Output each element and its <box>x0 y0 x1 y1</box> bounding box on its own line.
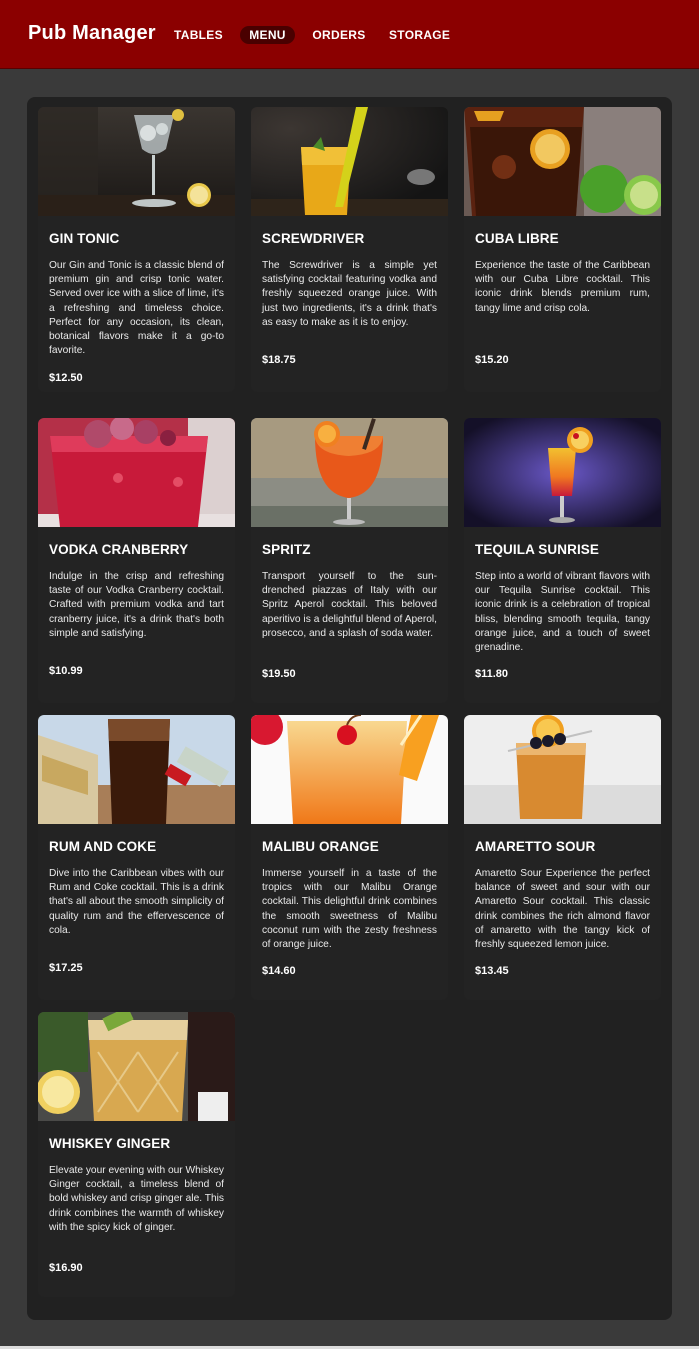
whiskey-ginger-photo <box>38 1012 235 1121</box>
top-navigation-bar: Pub Manager TABLES MENU ORDERS STORAGE <box>0 0 699 69</box>
menu-item-description: Elevate your evening with our Whiskey Gi… <box>49 1165 224 1233</box>
menu-item-name: GIN TONIC <box>49 231 120 246</box>
nav-tab-orders[interactable]: ORDERS <box>312 26 366 44</box>
vodka-cranberry-photo <box>38 418 235 527</box>
nav-tab-menu[interactable]: MENU <box>240 26 295 44</box>
gin-tonic-photo <box>38 107 235 216</box>
nav-tab-tables[interactable]: TABLES <box>174 26 223 44</box>
cuba-libre-photo <box>464 107 661 216</box>
menu-item-name: SPRITZ <box>262 542 311 557</box>
menu-item-name: WHISKEY GINGER <box>49 1136 171 1151</box>
menu-item-price: $13.45 <box>475 965 509 977</box>
amaretto-sour-photo <box>464 715 661 824</box>
menu-card-gin-tonic[interactable]: GIN TONIC Our Gin and Tonic is a classic… <box>38 107 235 392</box>
menu-item-price: $16.90 <box>49 1262 83 1274</box>
menu-item-description: The Screwdriver is a simple yet satisfyi… <box>262 260 437 328</box>
menu-item-description: Indulge in the crisp and refreshing tast… <box>49 571 224 639</box>
menu-item-name: SCREWDRIVER <box>262 231 365 246</box>
spritz-photo <box>251 418 448 527</box>
menu-item-name: CUBA LIBRE <box>475 231 559 246</box>
menu-item-price: $12.50 <box>49 372 83 384</box>
menu-item-price: $17.25 <box>49 962 83 974</box>
malibu-orange-photo <box>251 715 448 824</box>
menu-card-cuba-libre[interactable]: CUBA LIBRE Experience the taste of the C… <box>464 107 661 392</box>
menu-card-screwdriver[interactable]: SCREWDRIVER The Screwdriver is a simple … <box>251 107 448 392</box>
menu-item-name: VODKA CRANBERRY <box>49 542 189 557</box>
menu-item-price: $10.99 <box>49 665 83 677</box>
menu-item-description: Dive into the Caribbean vibes with our R… <box>49 868 224 936</box>
menu-card-vodka-cranberry[interactable]: VODKA CRANBERRY Indulge in the crisp and… <box>38 418 235 703</box>
menu-card-rum-and-coke[interactable]: RUM AND COKE Dive into the Caribbean vib… <box>38 715 235 1000</box>
menu-item-description: Transport yourself to the sun-drenched p… <box>262 571 437 639</box>
menu-item-price: $18.75 <box>262 354 296 366</box>
menu-item-price: $14.60 <box>262 965 296 977</box>
menu-card-amaretto-sour[interactable]: AMARETTO SOUR Amaretto Sour Experience t… <box>464 715 661 1000</box>
rum-and-coke-photo <box>38 715 235 824</box>
tequila-sunrise-photo <box>464 418 661 527</box>
menu-card-spritz[interactable]: SPRITZ Transport yourself to the sun-dre… <box>251 418 448 703</box>
menu-item-description: Immerse yourself in a taste of the tropi… <box>262 868 437 951</box>
menu-item-description: Amaretto Sour Experience the perfect bal… <box>475 868 650 951</box>
menu-item-name: MALIBU ORANGE <box>262 839 379 854</box>
menu-item-name: RUM AND COKE <box>49 839 157 854</box>
menu-card-tequila-sunrise[interactable]: TEQUILA SUNRISE Step into a world of vib… <box>464 418 661 703</box>
menu-card-whiskey-ginger[interactable]: WHISKEY GINGER Elevate your evening with… <box>38 1012 235 1297</box>
menu-item-description: Our Gin and Tonic is a classic blend of … <box>49 260 224 357</box>
menu-item-price: $19.50 <box>262 668 296 680</box>
menu-item-description: Step into a world of vibrant flavors wit… <box>475 571 650 654</box>
screwdriver-photo <box>251 107 448 216</box>
menu-item-description: Experience the taste of the Caribbean wi… <box>475 260 650 314</box>
menu-item-price: $15.20 <box>475 354 509 366</box>
menu-card-malibu-orange[interactable]: MALIBU ORANGE Immerse yourself in a tast… <box>251 715 448 1000</box>
menu-item-name: AMARETTO SOUR <box>475 839 596 854</box>
menu-item-name: TEQUILA SUNRISE <box>475 542 600 557</box>
nav-tab-storage[interactable]: STORAGE <box>389 26 450 44</box>
app-title: Pub Manager <box>28 22 156 44</box>
menu-item-price: $11.80 <box>475 668 509 680</box>
